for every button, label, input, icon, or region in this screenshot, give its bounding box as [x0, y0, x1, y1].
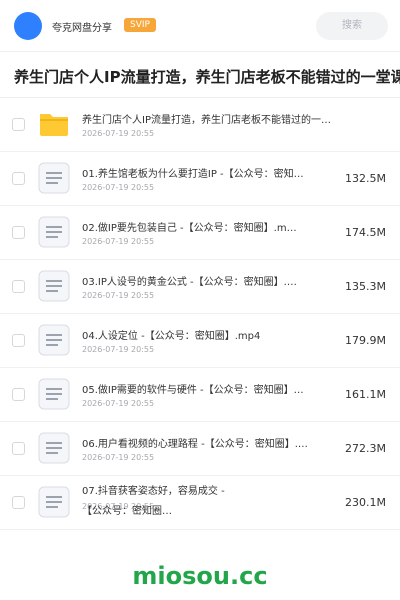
- item-date: 2026-07-19 20:55: [82, 237, 155, 246]
- item-size: 272.3M: [345, 442, 386, 455]
- item-name: 07.抖音获客姿态好，容易成交 -【公众号：密知圈…: [82, 486, 225, 517]
- user-name: 夸克网盘分享: [52, 23, 112, 34]
- document-icon: [38, 486, 70, 518]
- checkbox[interactable]: [12, 118, 25, 131]
- watermark: miosou.cc: [132, 562, 268, 590]
- item-size: 174.5M: [345, 226, 386, 239]
- list-item[interactable]: 养生门店个人IP流量打造，养生门店老板不能错过的一… 2026-07-19 20…: [0, 98, 400, 152]
- document-icon: [38, 378, 70, 410]
- item-date: 2026-07-19 20:55: [82, 291, 155, 300]
- list-item[interactable]: 06.用户看视频的心理路程 -【公众号：密知圈】.… 2026-07-19 20…: [0, 422, 400, 476]
- list-item[interactable]: 02.做IP要先包装自己 -【公众号：密知圈】.m… 2026-07-19 20…: [0, 206, 400, 260]
- document-icon: [38, 216, 70, 248]
- avatar[interactable]: [14, 12, 42, 40]
- vip-badge: SVIP: [124, 18, 156, 32]
- checkbox[interactable]: [12, 442, 25, 455]
- item-name: 01.养生馆老板为什么要打造IP -【公众号：密知…: [82, 169, 304, 180]
- page-title: 养生门店个人IP流量打造，养生门店老板不能错过的一堂课: [14, 68, 400, 86]
- item-date: 2026-07-19 20:55: [82, 183, 155, 192]
- search-input[interactable]: 搜索: [316, 12, 388, 40]
- item-size: 135.3M: [345, 280, 386, 293]
- header: 夸克网盘分享 SVIP 搜索: [0, 0, 400, 52]
- list-item[interactable]: 2026-07-19 20:55 07.抖音获客姿态好，容易成交 -【公众号：密…: [0, 476, 400, 530]
- document-icon: [38, 324, 70, 356]
- document-icon: [38, 270, 70, 302]
- checkbox[interactable]: [12, 388, 25, 401]
- item-name: 养生门店个人IP流量打造，养生门店老板不能错过的一…: [82, 115, 331, 126]
- item-date: 2026-07-19 20:55: [82, 129, 155, 138]
- item-size: 179.9M: [345, 334, 386, 347]
- item-name: 03.IP人设号的黄金公式 -【公众号：密知圈】.…: [82, 277, 297, 288]
- document-icon: [38, 432, 70, 464]
- item-date: 2026-07-19 20:55: [82, 453, 155, 462]
- checkbox[interactable]: [12, 334, 25, 347]
- checkbox[interactable]: [12, 496, 25, 509]
- document-icon: [38, 162, 70, 194]
- item-size: 132.5M: [345, 172, 386, 185]
- list-item[interactable]: 05.做IP需要的软件与硬件 -【公众号：密知圈】… 2026-07-19 20…: [0, 368, 400, 422]
- file-list: 养生门店个人IP流量打造，养生门店老板不能错过的一… 2026-07-19 20…: [0, 98, 400, 530]
- folder-icon: [40, 114, 68, 136]
- item-date: 2026-07-19 20:55: [82, 345, 155, 354]
- item-name: 05.做IP需要的软件与硬件 -【公众号：密知圈】…: [82, 385, 304, 396]
- checkbox[interactable]: [12, 280, 25, 293]
- item-size: 161.1M: [345, 388, 386, 401]
- item-size: 230.1M: [345, 496, 386, 509]
- list-item[interactable]: 03.IP人设号的黄金公式 -【公众号：密知圈】.… 2026-07-19 20…: [0, 260, 400, 314]
- item-date: 2026-07-19 20:55: [82, 399, 155, 408]
- checkbox[interactable]: [12, 172, 25, 185]
- item-name: 04.人设定位 -【公众号：密知圈】.mp4: [82, 331, 261, 342]
- list-item[interactable]: 04.人设定位 -【公众号：密知圈】.mp4 2026-07-19 20:55 …: [0, 314, 400, 368]
- item-name: 02.做IP要先包装自己 -【公众号：密知圈】.m…: [82, 223, 297, 234]
- title-bar: 养生门店个人IP流量打造，养生门店老板不能错过的一堂课: [0, 52, 400, 98]
- list-item[interactable]: 01.养生馆老板为什么要打造IP -【公众号：密知… 2026-07-19 20…: [0, 152, 400, 206]
- item-name: 06.用户看视频的心理路程 -【公众号：密知圈】.…: [82, 439, 308, 450]
- checkbox[interactable]: [12, 226, 25, 239]
